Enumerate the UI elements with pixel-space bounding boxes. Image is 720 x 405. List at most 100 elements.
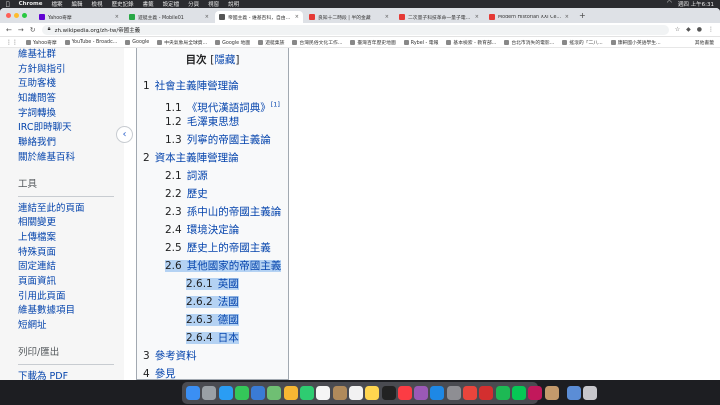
- calendar-icon[interactable]: [316, 386, 331, 400]
- zoom-window-button[interactable]: [22, 13, 27, 18]
- toc-item[interactable]: 1 社會主義陣營理論: [143, 77, 293, 95]
- tab-close-icon[interactable]: ×: [385, 14, 389, 20]
- apps-icon[interactable]: ⋮⋮: [6, 39, 18, 46]
- menubar-item[interactable]: 設定檔: [163, 0, 180, 8]
- chrome-icon[interactable]: [463, 386, 478, 400]
- notes-icon[interactable]: [365, 386, 380, 400]
- bookmark-item[interactable]: 遊艇集族: [258, 39, 284, 46]
- sidebar-link[interactable]: 關於維基百科: [18, 151, 118, 166]
- browser-tab[interactable]: 二次量子科技革命一量子電腦的 ×: [395, 11, 483, 23]
- sidebar-link[interactable]: 頁面資訊: [18, 275, 118, 290]
- photos-icon[interactable]: [283, 386, 298, 400]
- menubar-item[interactable]: 說明: [228, 0, 239, 8]
- sidebar-link[interactable]: 連結至此的頁面: [18, 202, 118, 217]
- launchpad-icon[interactable]: [202, 386, 217, 400]
- toc-item[interactable]: 1.2 毛澤東思想: [143, 113, 293, 131]
- menubar-item[interactable]: 歷史記錄: [112, 0, 134, 8]
- line-icon[interactable]: [511, 386, 526, 400]
- tab-close-icon[interactable]: ×: [565, 14, 569, 20]
- menubar-item[interactable]: 視窗: [208, 0, 219, 8]
- music-icon[interactable]: [397, 386, 412, 400]
- toc-item[interactable]: 2.4 環境決定論: [143, 221, 293, 239]
- tv-icon[interactable]: [381, 386, 396, 400]
- profile-icon[interactable]: ●: [697, 26, 702, 33]
- trash-icon[interactable]: [583, 386, 598, 400]
- address-bar[interactable]: 🔒︎ zh.wikipedia.org/zh-tw/帝國主義: [41, 24, 669, 35]
- apple-icon[interactable]: : [6, 1, 10, 8]
- messages-icon[interactable]: [234, 386, 249, 400]
- bookmark-item[interactable]: 台北市消失的電影...: [504, 39, 554, 46]
- browser-tab[interactable]: Yahoo奇摩 ×: [35, 11, 123, 23]
- sidebar-link[interactable]: 維基社群: [18, 48, 118, 63]
- game-icon[interactable]: [528, 386, 543, 400]
- sidebar-link[interactable]: 字詞轉換: [18, 107, 118, 122]
- back-icon[interactable]: ←: [6, 26, 12, 34]
- toc-item[interactable]: 2.6.2 法國: [143, 293, 293, 311]
- tab-close-icon[interactable]: ×: [475, 14, 479, 20]
- sidebar-link[interactable]: 特殊頁面: [18, 246, 118, 261]
- bookmark-item[interactable]: 康軒國小英語學生...: [610, 39, 661, 46]
- bookmark-item[interactable]: YouTube - Broadc...: [64, 39, 117, 46]
- mail-icon[interactable]: [251, 386, 266, 400]
- tab-close-icon[interactable]: ×: [205, 14, 209, 20]
- menubar-item[interactable]: 書籤: [143, 0, 154, 8]
- bookmark-item[interactable]: 臺灣百年歷史地圖: [350, 39, 396, 46]
- sidebar-link[interactable]: 互助客棧: [18, 77, 118, 92]
- toc-item[interactable]: 2 資本主義陣營理論: [143, 149, 293, 167]
- close-window-button[interactable]: [6, 13, 11, 18]
- bookmark-item[interactable]: 搖滾的「二八...: [562, 39, 603, 46]
- sidebar-link[interactable]: 引用此頁面: [18, 290, 118, 305]
- facetime-icon[interactable]: [300, 386, 315, 400]
- toc-item[interactable]: 4 參見: [143, 365, 293, 380]
- tab-close-icon[interactable]: ×: [295, 14, 299, 20]
- podcasts-icon[interactable]: [414, 386, 429, 400]
- wifi-icon[interactable]: ◠: [667, 0, 672, 8]
- maps-icon[interactable]: [267, 386, 282, 400]
- cookie-icon[interactable]: [544, 386, 559, 400]
- toc-item[interactable]: 2.1 詞源: [143, 167, 293, 185]
- toc-item[interactable]: 2.6.1 英國: [143, 275, 293, 293]
- sidebar-link[interactable]: 上傳檔案: [18, 231, 118, 246]
- browser-tab[interactable]: 遊艇主義 - Mobile01 ×: [125, 11, 213, 23]
- toc-item[interactable]: 2.5 歷史上的帝國主義: [143, 239, 293, 257]
- bookmark-item[interactable]: 中央氣象局全球資...: [157, 39, 207, 46]
- bookmark-item[interactable]: 基本檢索 - 教育部...: [446, 39, 496, 46]
- downloads-icon[interactable]: [567, 386, 582, 400]
- bookmark-item[interactable]: Rybel - 電報: [403, 39, 438, 46]
- toc-item[interactable]: 2.6.4 日本: [143, 329, 293, 347]
- sidebar-link[interactable]: 固定連結: [18, 260, 118, 275]
- bookmark-item[interactable]: Google: [125, 39, 149, 46]
- tab-close-icon[interactable]: ×: [115, 14, 119, 20]
- toc-item[interactable]: 2.3 孫中山的帝國主義論: [143, 203, 293, 221]
- reference-link[interactable]: [1]: [271, 100, 280, 108]
- menubar-item[interactable]: 檔案: [52, 0, 63, 8]
- contacts-icon[interactable]: [332, 386, 347, 400]
- reload-icon[interactable]: ↻: [30, 26, 36, 34]
- forward-icon[interactable]: →: [18, 26, 24, 34]
- bookmark-item[interactable]: Yahoo奇摩: [26, 39, 57, 46]
- toc-item[interactable]: 1.3 列寧的帝國主義論: [143, 131, 293, 149]
- menubar-app-name[interactable]: Chrome: [19, 1, 43, 7]
- toc-item[interactable]: 2.2 歷史: [143, 185, 293, 203]
- appstore-icon[interactable]: [430, 386, 445, 400]
- bookmark-item[interactable]: 台灣民俗文化工作...: [292, 39, 342, 46]
- menubar-clock[interactable]: 週四 上午6:31: [678, 0, 714, 8]
- toc-hide-link[interactable]: 隱藏: [214, 54, 235, 66]
- sidebar-link[interactable]: 短網址: [18, 319, 118, 334]
- sidebar-link[interactable]: 維基數據項目: [18, 304, 118, 319]
- extensions-icon[interactable]: ◆: [686, 26, 691, 33]
- sidebar-link[interactable]: 知識問答: [18, 92, 118, 107]
- spotify-icon[interactable]: [495, 386, 510, 400]
- finder-icon[interactable]: [186, 386, 200, 400]
- toc-item[interactable]: 1.1 《現代漢語詞典》[1]: [143, 95, 293, 114]
- menubar-item[interactable]: 編輯: [72, 0, 83, 8]
- pdf-icon[interactable]: [479, 386, 494, 400]
- settings-icon[interactable]: [446, 386, 461, 400]
- menubar-item[interactable]: 檢視: [92, 0, 103, 8]
- sidebar-link[interactable]: 下載為 PDF: [18, 370, 118, 380]
- browser-tab[interactable]: Modern Historian XXI Century×: [485, 11, 573, 23]
- sidebar-link[interactable]: IRC即時聊天: [18, 121, 118, 136]
- toc-item[interactable]: 2.6.3 德國: [143, 311, 293, 329]
- reminders-icon[interactable]: [348, 386, 363, 400]
- other-bookmarks[interactable]: 其他書籤: [695, 39, 714, 46]
